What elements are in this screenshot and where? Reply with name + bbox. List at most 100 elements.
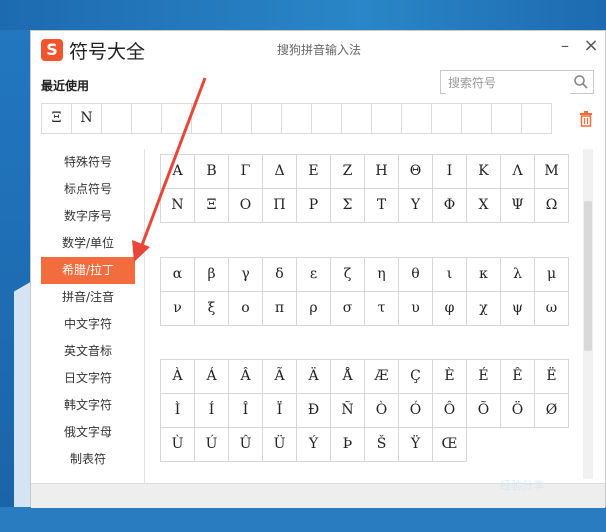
symbol-cell[interactable]: Π: [263, 189, 297, 223]
symbol-cell[interactable]: É: [467, 360, 501, 394]
symbol-cell[interactable]: λ: [501, 258, 535, 292]
symbol-cell[interactable]: Ë: [535, 360, 569, 394]
recent-symbol-cell[interactable]: [191, 103, 222, 134]
symbol-cell[interactable]: Ψ: [501, 189, 535, 223]
symbol-cell[interactable]: δ: [263, 258, 297, 292]
recent-symbol-cell[interactable]: [101, 103, 132, 134]
recent-symbol-cell[interactable]: N: [71, 103, 102, 134]
symbol-cell[interactable]: ο: [229, 292, 263, 326]
symbol-cell[interactable]: ω: [535, 292, 569, 326]
close-button[interactable]: ×: [582, 37, 600, 55]
symbol-cell[interactable]: ξ: [195, 292, 229, 326]
symbol-cell[interactable]: Η: [365, 155, 399, 189]
title-bar[interactable]: S 符号大全 搜狗拼音输入法 – ×: [31, 31, 605, 67]
sidebar-item[interactable]: 韩文字符: [41, 392, 135, 419]
symbol-cell[interactable]: Υ: [399, 189, 433, 223]
symbol-cell[interactable]: Å: [331, 360, 365, 394]
sidebar-item[interactable]: 希腊/拉丁: [41, 257, 135, 284]
symbol-cell[interactable]: Á: [195, 360, 229, 394]
symbol-cell[interactable]: Ê: [501, 360, 535, 394]
recent-symbol-cell[interactable]: [461, 103, 492, 134]
symbol-cell[interactable]: Œ: [433, 428, 467, 462]
symbol-cell[interactable]: Þ: [331, 428, 365, 462]
symbol-cell[interactable]: Ò: [365, 394, 399, 428]
recent-symbol-cell[interactable]: [371, 103, 402, 134]
symbol-cell[interactable]: σ: [331, 292, 365, 326]
symbol-cell[interactable]: Â: [229, 360, 263, 394]
symbol-cell[interactable]: Ñ: [331, 394, 365, 428]
symbol-cell[interactable]: Θ: [399, 155, 433, 189]
sidebar-item[interactable]: 俄文字母: [41, 419, 135, 446]
search-icon[interactable]: [573, 74, 589, 90]
symbol-cell[interactable]: Ì: [161, 394, 195, 428]
symbol-cell[interactable]: À: [161, 360, 195, 394]
symbol-cell[interactable]: Ý: [297, 428, 331, 462]
symbol-cell[interactable]: Ο: [229, 189, 263, 223]
symbol-cell[interactable]: Î: [229, 394, 263, 428]
symbol-cell[interactable]: Û: [229, 428, 263, 462]
recent-symbol-cell[interactable]: [401, 103, 432, 134]
symbol-cell[interactable]: Æ: [365, 360, 399, 394]
sidebar-item[interactable]: 标点符号: [41, 176, 135, 203]
symbol-cell[interactable]: Κ: [467, 155, 501, 189]
sidebar-item[interactable]: 数学/单位: [41, 230, 135, 257]
symbol-cell[interactable]: θ: [399, 258, 433, 292]
symbol-cell[interactable]: Đ: [297, 394, 331, 428]
symbol-cell[interactable]: η: [365, 258, 399, 292]
recent-symbol-cell[interactable]: [161, 103, 192, 134]
symbol-cell[interactable]: π: [263, 292, 297, 326]
symbol-cell[interactable]: Ÿ: [399, 428, 433, 462]
symbol-cell[interactable]: κ: [467, 258, 501, 292]
symbol-cell[interactable]: Ρ: [297, 189, 331, 223]
symbol-cell[interactable]: Í: [195, 394, 229, 428]
symbol-cell[interactable]: Ζ: [331, 155, 365, 189]
symbol-cell[interactable]: α: [161, 258, 195, 292]
symbol-cell[interactable]: Ù: [161, 428, 195, 462]
symbol-cell[interactable]: τ: [365, 292, 399, 326]
symbol-cell[interactable]: Φ: [433, 189, 467, 223]
symbol-cell[interactable]: Γ: [229, 155, 263, 189]
search-input[interactable]: [446, 72, 570, 94]
symbol-cell[interactable]: Α: [161, 155, 195, 189]
symbol-cell[interactable]: Σ: [331, 189, 365, 223]
symbol-cell[interactable]: Δ: [263, 155, 297, 189]
symbol-cell[interactable]: ι: [433, 258, 467, 292]
symbol-cell[interactable]: Ó: [399, 394, 433, 428]
sidebar-item[interactable]: 制表符: [41, 446, 135, 473]
symbol-cell[interactable]: Μ: [535, 155, 569, 189]
symbol-cell[interactable]: Ν: [161, 189, 195, 223]
symbol-cell[interactable]: Χ: [467, 189, 501, 223]
symbol-cell[interactable]: υ: [399, 292, 433, 326]
symbol-cell[interactable]: φ: [433, 292, 467, 326]
symbol-cell[interactable]: μ: [535, 258, 569, 292]
sidebar-item[interactable]: 英文音标: [41, 338, 135, 365]
recent-symbol-cell[interactable]: [431, 103, 462, 134]
symbol-cell[interactable]: Β: [195, 155, 229, 189]
search-box[interactable]: [440, 70, 594, 94]
recent-symbol-cell[interactable]: [491, 103, 522, 134]
symbol-cell[interactable]: ρ: [297, 292, 331, 326]
recent-symbol-cell[interactable]: [281, 103, 312, 134]
symbol-cell[interactable]: Λ: [501, 155, 535, 189]
symbol-cell[interactable]: È: [433, 360, 467, 394]
minimize-button[interactable]: –: [556, 37, 574, 55]
recent-symbol-cell[interactable]: [311, 103, 342, 134]
symbol-cell[interactable]: ε: [297, 258, 331, 292]
symbol-cell[interactable]: Ü: [263, 428, 297, 462]
sidebar-item[interactable]: 中文字符: [41, 311, 135, 338]
symbol-cell[interactable]: Ç: [399, 360, 433, 394]
symbol-cell[interactable]: Ã: [263, 360, 297, 394]
sidebar-item[interactable]: 日文字符: [41, 365, 135, 392]
scrollbar[interactable]: [583, 149, 593, 479]
scrollbar-thumb[interactable]: [584, 201, 592, 351]
recent-symbol-cell[interactable]: [521, 103, 552, 134]
symbol-cell[interactable]: Ι: [433, 155, 467, 189]
symbol-cell[interactable]: ζ: [331, 258, 365, 292]
symbol-cell[interactable]: χ: [467, 292, 501, 326]
symbol-cell[interactable]: Ö: [501, 394, 535, 428]
trash-icon[interactable]: [579, 111, 593, 127]
sidebar-item[interactable]: 特殊符号: [41, 149, 135, 176]
symbol-cell[interactable]: Ξ: [195, 189, 229, 223]
recent-symbol-cell[interactable]: [131, 103, 162, 134]
recent-symbol-cell[interactable]: [341, 103, 372, 134]
